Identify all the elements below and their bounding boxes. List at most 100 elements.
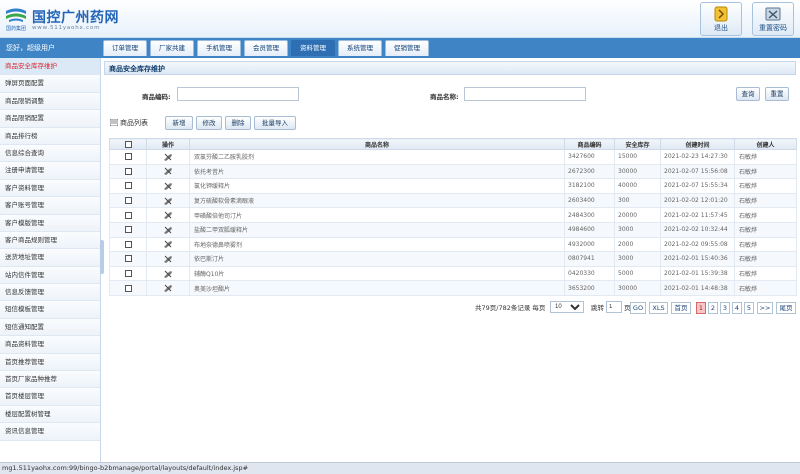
edit-tools-icon[interactable] xyxy=(163,167,173,176)
sidebar-item-delivery-address[interactable]: 送货地址管理 xyxy=(0,249,100,267)
tab-system[interactable]: 系统管理 xyxy=(338,40,382,56)
table-row[interactable]: 依托考昔片 2672300 30000 2021-02-07 15:56:08 石敏烨 xyxy=(109,163,797,180)
edit-tools-icon[interactable] xyxy=(163,197,173,205)
row-select-cell[interactable] xyxy=(109,221,147,238)
sidebar-item-home-vendor[interactable]: 首页厂家品种推荐 xyxy=(0,371,100,389)
header-safety-stock[interactable]: 安全库存 xyxy=(614,138,661,150)
jump-page-input[interactable] xyxy=(606,301,622,313)
row-actions-cell[interactable] xyxy=(146,221,190,238)
row-checkbox[interactable] xyxy=(124,255,132,263)
row-select-cell[interactable] xyxy=(109,178,147,194)
tab-manufacturer[interactable]: 厂家共建 xyxy=(150,40,194,56)
row-select-cell[interactable] xyxy=(109,280,147,296)
sidebar-item-home-floor[interactable]: 首页楼层管理 xyxy=(0,388,100,406)
page-size-select[interactable]: 10 xyxy=(550,301,584,313)
edit-tools-icon[interactable] xyxy=(163,255,173,263)
sidebar-item-messages[interactable]: 站内信件管理 xyxy=(0,266,100,285)
reset-button[interactable]: 重置 xyxy=(765,87,789,101)
table-row[interactable]: 布地奈德鼻喷雾剂 4932000 2000 2021-02-02 09:55:08 石敏… xyxy=(109,236,797,253)
sidebar-item-news[interactable]: 资讯信息管理 xyxy=(0,423,100,441)
sidebar-item-customer-rules[interactable]: 客户商品规则管理 xyxy=(0,231,100,250)
sidebar-item-customer-account[interactable]: 客户账号管理 xyxy=(0,197,100,215)
row-checkbox[interactable] xyxy=(124,153,132,161)
select-all-checkbox[interactable] xyxy=(124,140,132,148)
sidebar-item-limit-config[interactable]: 商品限销配置 xyxy=(0,110,100,128)
row-actions-cell[interactable] xyxy=(146,251,190,267)
row-select-cell[interactable] xyxy=(109,236,147,253)
table-row[interactable]: 奥美沙坦酯片 3653200 30000 2021-02-01 14:48:38 石敏烨 xyxy=(109,280,797,296)
edit-tools-icon[interactable] xyxy=(163,270,173,278)
sidebar-item-safety-stock[interactable]: 商品安全库存维护 xyxy=(0,58,100,76)
row-select-cell[interactable] xyxy=(109,192,147,209)
header-product-name[interactable]: 商品名称 xyxy=(189,138,565,150)
query-button[interactable]: 查询 xyxy=(736,87,760,101)
export-xls-button[interactable]: XLS xyxy=(649,302,668,314)
row-checkbox[interactable] xyxy=(124,240,132,248)
sidebar-item-popup-config[interactable]: 弹屏页面配置 xyxy=(0,75,100,93)
page-button-3[interactable]: 3 xyxy=(720,302,730,314)
sidebar-item-feedback[interactable]: 信息反馈管理 xyxy=(0,284,100,302)
sidebar-item-floor-tree[interactable]: 楼层配置树管理 xyxy=(0,405,100,424)
row-actions-cell[interactable] xyxy=(146,149,190,165)
last-page-button[interactable]: 尾页 xyxy=(776,302,796,314)
row-checkbox[interactable] xyxy=(124,197,132,205)
sidebar-item-sms-config[interactable]: 短信通知配置 xyxy=(0,318,100,337)
select-all-header[interactable] xyxy=(109,138,147,150)
sidebar-item-registration[interactable]: 注册申请管理 xyxy=(0,162,100,180)
table-row[interactable]: 复方硫酸软骨素滴眼液 2603400 300 2021-02-02 12:01:20 石… xyxy=(109,192,797,209)
tab-data-management[interactable]: 资料管理 xyxy=(291,40,335,56)
go-button[interactable]: GO xyxy=(630,302,646,314)
edit-tools-icon[interactable] xyxy=(163,153,173,161)
logout-button[interactable]: 退出 xyxy=(700,2,742,36)
row-actions-cell[interactable] xyxy=(146,265,190,282)
page-button-5[interactable]: 5 xyxy=(744,302,754,314)
row-checkbox[interactable] xyxy=(124,211,132,219)
next-page-button[interactable]: >> xyxy=(757,302,773,314)
batch-import-button[interactable]: 批量导入 xyxy=(254,116,296,130)
sidebar-item-home-recommend[interactable]: 首页推荐管理 xyxy=(0,353,100,372)
edit-button[interactable]: 修改 xyxy=(196,116,222,130)
table-row[interactable]: 盐酸二甲双胍缓释片 4984600 3000 2021-02-02 10:32:44 石… xyxy=(109,221,797,238)
row-actions-cell[interactable] xyxy=(146,280,190,296)
row-checkbox[interactable] xyxy=(124,167,132,175)
row-actions-cell[interactable] xyxy=(146,178,190,194)
row-select-cell[interactable] xyxy=(109,149,147,165)
tab-member[interactable]: 会员管理 xyxy=(244,40,288,56)
page-button-4[interactable]: 4 xyxy=(732,302,742,314)
row-actions-cell[interactable] xyxy=(146,163,190,180)
sidebar-item-info-query[interactable]: 信息综合查询 xyxy=(0,144,100,163)
product-code-input[interactable] xyxy=(177,87,299,101)
reset-password-button[interactable]: 重置密码 xyxy=(752,2,794,36)
tab-mobile[interactable]: 手机管理 xyxy=(197,40,241,56)
edit-tools-icon[interactable] xyxy=(163,226,173,234)
header-creator[interactable]: 创建人 xyxy=(734,138,797,150)
row-select-cell[interactable] xyxy=(109,265,147,282)
row-select-cell[interactable] xyxy=(109,163,147,180)
table-row[interactable]: 氯化钾缓释片 3182100 40000 2021-02-07 15:55:34 石敏烨 xyxy=(109,178,797,194)
product-name-input[interactable] xyxy=(464,87,586,101)
row-checkbox[interactable] xyxy=(124,284,132,292)
row-checkbox[interactable] xyxy=(124,226,132,234)
row-actions-cell[interactable] xyxy=(146,207,190,223)
page-button-1[interactable]: 1 xyxy=(696,302,706,314)
table-row[interactable]: 辅酶Q10片 0420330 5000 2021-02-01 15:39:38 石敏烨 xyxy=(109,265,797,282)
sidebar-item-customer-template[interactable]: 客户模版管理 xyxy=(0,214,100,232)
edit-tools-icon[interactable] xyxy=(163,182,173,190)
header-created-time[interactable]: 创建时间 xyxy=(660,138,735,150)
row-select-cell[interactable] xyxy=(109,251,147,267)
delete-button[interactable]: 删除 xyxy=(225,116,251,130)
header-product-code[interactable]: 商品编码 xyxy=(564,138,615,150)
sidebar-item-customer-data[interactable]: 客户资料管理 xyxy=(0,179,100,198)
row-checkbox[interactable] xyxy=(124,270,132,278)
table-row[interactable]: 双氯芬酸二乙胺乳胶剂 3427600 15000 2021-02-23 14:27:3… xyxy=(109,149,797,165)
edit-tools-icon[interactable] xyxy=(163,211,173,220)
row-actions-cell[interactable] xyxy=(146,192,190,209)
first-page-button[interactable]: 首页 xyxy=(671,302,691,314)
sidebar-item-ranking[interactable]: 商品排行榜 xyxy=(0,127,100,145)
sidebar-item-limit-adjust[interactable]: 商品限销调整 xyxy=(0,92,100,111)
add-button[interactable]: 新增 xyxy=(165,116,193,130)
row-actions-cell[interactable] xyxy=(146,236,190,253)
sidebar-item-sms-template[interactable]: 短信模板管理 xyxy=(0,301,100,319)
row-checkbox[interactable] xyxy=(124,182,132,190)
table-row[interactable]: 依巴斯汀片 0807941 3000 2021-02-01 15:40:36 石敏烨 xyxy=(109,251,797,267)
